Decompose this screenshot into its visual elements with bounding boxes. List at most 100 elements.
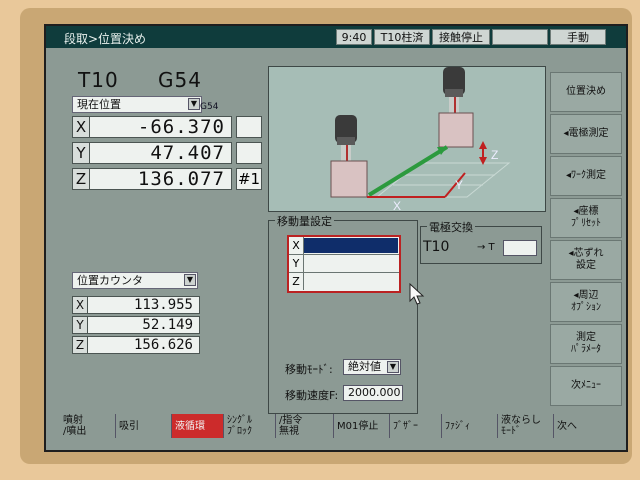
counter-select-label: 位置カウンタ xyxy=(77,274,143,287)
softkey-label: ◂座標 ﾌﾟﾘｾｯﾄ xyxy=(571,206,601,229)
function-key-bar: 噴射 /噴出 吸引 液循環 ｼﾝｸﾞﾙ ﾌﾞﾛｯｸ /指令 無視 M01停止 ﾌ… xyxy=(46,414,626,450)
current-tool: T10 xyxy=(78,68,119,92)
move-mode-value: 絶対値 xyxy=(348,360,381,373)
counter-label: Y xyxy=(73,317,88,333)
softkey-label: 測定 ﾊﾟﾗﾒｰﾀ xyxy=(571,332,601,355)
fkey-label: 噴射 /噴出 xyxy=(63,415,87,437)
axis-row-x: X -66.370 xyxy=(72,116,232,138)
axis-label: Y xyxy=(73,143,90,163)
move-amount-group: 移動量設定 X Y Z 移動ﾓｰﾄﾞ: 絶対値 ▼ 移動速度F: 2000.00… xyxy=(268,213,425,414)
screen: 段取>位置決め 9:40 T10柱済 接触停止 手動 T10 G54 現在位置 … xyxy=(44,24,628,452)
fkey-ignore-command[interactable]: /指令 無視 xyxy=(276,414,334,438)
chevron-down-icon: ▼ xyxy=(184,274,196,286)
fkey-next[interactable]: 次へ xyxy=(554,414,614,438)
fkey-fluid-circulation[interactable]: 液循環 xyxy=(172,414,224,438)
softkey-misalign-setting[interactable]: ◂芯ずれ 設定 xyxy=(550,240,622,280)
axis-side-cell xyxy=(236,116,262,138)
coordinate-tag: G54 xyxy=(200,102,219,112)
3d-positioning-illustration: X Y Z xyxy=(330,67,511,213)
position-panel: T10 G54 現在位置 ▼ G54 X -66.370 Y 47.407 Z … xyxy=(54,64,266,414)
fkey-fluid-leveling-mode[interactable]: 液ならし ﾓｰﾄﾞ xyxy=(498,414,554,438)
move-value-y[interactable] xyxy=(304,256,398,271)
electrode-left xyxy=(330,115,368,198)
move-mode-label: 移動ﾓｰﾄﾞ: xyxy=(285,363,333,376)
coordinate-select-label: 現在位置 xyxy=(77,98,121,111)
softkey-label: ◂電極測定 xyxy=(563,128,609,139)
z-up-arrow-icon xyxy=(479,141,487,149)
fkey-spray[interactable]: 噴射 /噴出 xyxy=(60,414,116,438)
axis-value: 136.077 xyxy=(137,168,225,190)
electrode-target-field[interactable] xyxy=(503,240,537,256)
move-value-z[interactable] xyxy=(304,274,398,289)
x-axis-label: X xyxy=(393,199,401,211)
mouse-cursor-icon xyxy=(409,283,425,305)
counter-label: Z xyxy=(73,337,88,353)
softkey-column: 位置決め ◂電極測定 ◂ﾜｰｸ測定 ◂座標 ﾌﾟﾘｾｯﾄ ◂芯ずれ 設定 ◂周辺… xyxy=(546,66,626,412)
fkey-label: 液ならし ﾓｰﾄﾞ xyxy=(501,415,541,437)
counter-label: X xyxy=(73,297,88,313)
counter-value: 113.955 xyxy=(133,297,193,313)
axis-side-cell: #1 xyxy=(236,168,262,190)
fkey-m01-stop[interactable]: M01停止 xyxy=(334,414,390,438)
move-row-y[interactable]: Y xyxy=(289,255,399,273)
fkey-label: ｼﾝｸﾞﾙ ﾌﾞﾛｯｸ xyxy=(227,415,252,437)
electrode-change-title: 電極交換 xyxy=(427,219,475,235)
electrode-change-group: 電極交換 T10 → T xyxy=(420,219,542,264)
move-row-z[interactable]: Z xyxy=(289,273,399,291)
center-panel: X Y Z 移動量設定 X Y Z 移動ﾓｰﾄﾞ: 絶対値 ▼ 移動速度F: 2… xyxy=(268,66,546,416)
softkey-label: ◂芯ずれ 設定 xyxy=(568,248,604,271)
counter-value: 156.626 xyxy=(133,337,193,353)
softkey-next-menu[interactable]: 次ﾒﾆｭｰ xyxy=(550,366,622,406)
axis-side-cell xyxy=(236,142,262,164)
z-axis-label: Z xyxy=(491,148,498,162)
softkey-peripheral-option[interactable]: ◂周辺 ｵﾌﾟｼｮﾝ xyxy=(550,282,622,322)
fkey-label: 吸引 xyxy=(119,420,139,432)
fkey-single-block[interactable]: ｼﾝｸﾞﾙ ﾌﾞﾛｯｸ xyxy=(224,414,276,438)
counter-row-y: Y 52.149 xyxy=(72,316,200,334)
clock-display: 9:40 xyxy=(336,29,372,45)
axis-value: -66.370 xyxy=(137,116,225,138)
softkey-electrode-measure[interactable]: ◂電極測定 xyxy=(550,114,622,154)
softkey-label: 次ﾒﾆｭｰ xyxy=(571,380,601,391)
move-row-x[interactable]: X xyxy=(289,237,399,255)
fkey-label: 液循環 xyxy=(175,420,205,432)
axis-lines xyxy=(367,143,484,198)
electrode-arrow: → T xyxy=(477,242,495,253)
axis-row-z: Z 136.077 xyxy=(72,168,232,190)
3d-view: X Y Z xyxy=(268,66,546,213)
softkey-positioning[interactable]: 位置決め xyxy=(550,72,622,112)
axis-label: X xyxy=(73,117,90,137)
softkey-label: ◂ﾜｰｸ測定 xyxy=(565,170,607,181)
work-coordinate: G54 xyxy=(158,68,202,92)
electrode-current: T10 xyxy=(423,239,450,255)
electrode-right xyxy=(438,67,474,148)
fkey-suction[interactable]: 吸引 xyxy=(116,414,172,438)
chevron-down-icon: ▼ xyxy=(387,361,399,373)
move-label: Y xyxy=(289,255,304,272)
counter-value: 52.149 xyxy=(142,317,193,333)
axis-row-y: Y 47.407 xyxy=(72,142,232,164)
counter-select[interactable]: 位置カウンタ ▼ xyxy=(72,272,198,289)
softkey-coordinate-preset[interactable]: ◂座標 ﾌﾟﾘｾｯﾄ xyxy=(550,198,622,238)
softkey-measure-parameter[interactable]: 測定 ﾊﾟﾗﾒｰﾀ xyxy=(550,324,622,364)
move-value-x[interactable] xyxy=(304,238,398,253)
fkey-fuzzy[interactable]: ﾌｧｼﾞｨ xyxy=(442,414,498,438)
fkey-label: /指令 無視 xyxy=(279,415,303,437)
fkey-label: ﾌｧｼﾞｨ xyxy=(445,420,470,432)
move-amount-title: 移動量設定 xyxy=(275,213,334,229)
counter-row-x: X 113.955 xyxy=(72,296,200,314)
status-contact-stop: 接触停止 xyxy=(432,29,490,45)
chevron-down-icon: ▼ xyxy=(188,98,200,110)
move-arrow-icon xyxy=(367,145,449,197)
move-speed-field[interactable]: 2000.000 xyxy=(343,385,403,401)
breadcrumb: 段取>位置決め xyxy=(64,32,147,46)
softkey-work-measure[interactable]: ◂ﾜｰｸ測定 xyxy=(550,156,622,196)
move-mode-select[interactable]: 絶対値 ▼ xyxy=(343,359,401,375)
fkey-buzzer[interactable]: ﾌﾞｻﾞｰ xyxy=(390,414,442,438)
fkey-label: M01停止 xyxy=(337,420,379,432)
coordinate-select[interactable]: 現在位置 ▼ xyxy=(72,96,202,113)
axis-label: Z xyxy=(73,169,90,189)
move-amount-table: X Y Z xyxy=(287,235,401,293)
title-bar: 段取>位置決め 9:40 T10柱済 接触停止 手動 xyxy=(46,26,626,48)
softkey-label: 位置決め xyxy=(566,86,606,97)
